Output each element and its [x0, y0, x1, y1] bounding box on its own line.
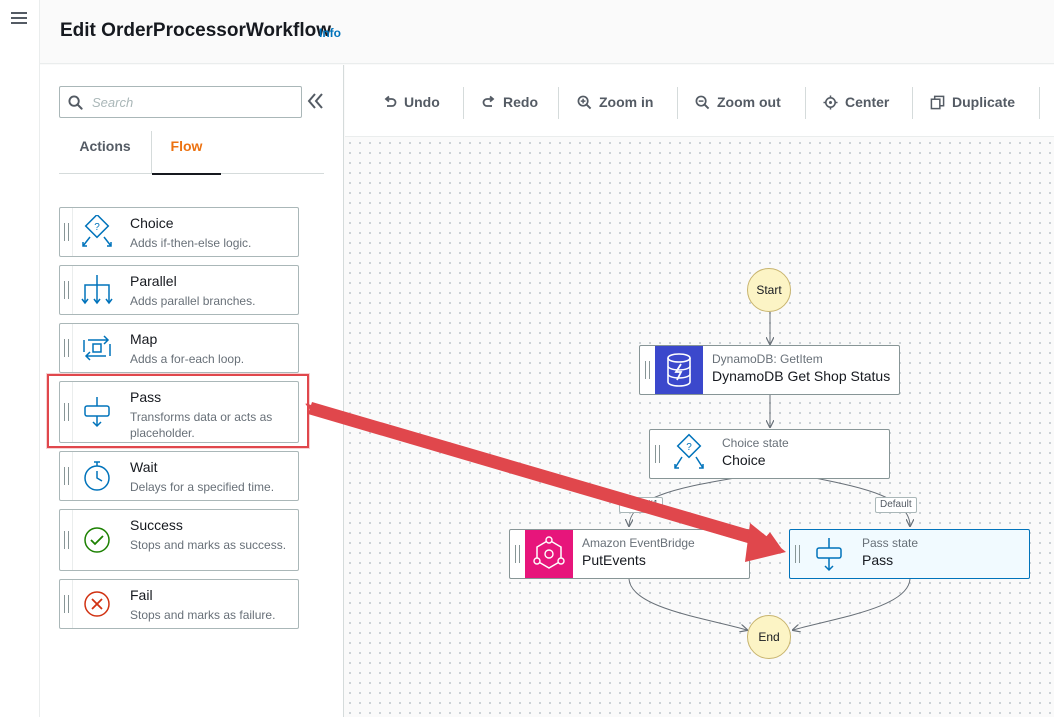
- flow-state-description: Stops and marks as success.: [130, 538, 287, 552]
- flow-state-name: Parallel: [130, 273, 177, 289]
- edge-label-rule[interactable]: Rule #1: [619, 497, 664, 513]
- end-node[interactable]: End: [747, 615, 791, 659]
- redo-icon: [482, 95, 495, 107]
- flow-state-fail[interactable]: Fail Stops and marks as failure.: [59, 579, 299, 629]
- node-type: DynamoDB: GetItem: [712, 352, 823, 366]
- tab-actions[interactable]: Actions: [59, 131, 151, 174]
- eventbridge-icon: [525, 530, 573, 578]
- zoom-in-icon: [577, 95, 592, 109]
- redo-button[interactable]: Redo: [482, 87, 538, 117]
- tab-flow-label: Flow: [170, 138, 203, 154]
- flow-state-name: Fail: [130, 587, 153, 603]
- tab-active-indicator: [152, 173, 221, 175]
- eventbridge-putevents-node[interactable]: Amazon EventBridge PutEvents: [509, 529, 750, 579]
- parallel-icon: [81, 275, 113, 305]
- flow-state-description: Delays for a specified time.: [130, 480, 275, 494]
- dynamodb-getitem-node[interactable]: DynamoDB: GetItem DynamoDB Get Shop Stat…: [639, 345, 900, 395]
- drag-handle-icon[interactable]: [64, 223, 69, 241]
- flow-state-description: Stops and marks as failure.: [130, 608, 276, 622]
- flow-state-description: Adds a for-each loop.: [130, 352, 245, 366]
- search-input[interactable]: [92, 92, 292, 112]
- search-box: [59, 86, 302, 118]
- flow-state-name: Success: [130, 517, 183, 533]
- zoom-out-label: Zoom out: [717, 94, 781, 110]
- node-title: Pass: [862, 552, 894, 568]
- menu-icon[interactable]: [11, 12, 27, 26]
- undo-button[interactable]: Undo: [383, 87, 440, 117]
- edge-label-default[interactable]: Default: [875, 497, 917, 513]
- node-title: PutEvents: [582, 552, 646, 568]
- node-title: Choice: [722, 452, 766, 468]
- flow-state-choice[interactable]: ? Choice Adds if-then-else logic.: [59, 207, 299, 257]
- drag-handle-icon[interactable]: [64, 403, 69, 421]
- pass-icon: [84, 397, 110, 428]
- page-title: Edit OrderProcessorWorkflow: [60, 20, 331, 41]
- redo-label: Redo: [503, 94, 538, 110]
- drag-handle-icon[interactable]: [64, 595, 69, 613]
- flow-state-map[interactable]: Map Adds a for-each loop.: [59, 323, 299, 373]
- drag-handle-icon[interactable]: [64, 339, 69, 357]
- flow-state-name: Choice: [130, 215, 174, 231]
- flow-state-name: Pass: [130, 389, 162, 405]
- pass-icon: [816, 538, 842, 572]
- drag-handle-icon[interactable]: [515, 545, 520, 563]
- zoom-in-button[interactable]: Zoom in: [577, 87, 653, 117]
- flow-state-name: Wait: [130, 459, 158, 475]
- panel-tabs: Actions Flow: [59, 131, 324, 175]
- success-icon: [84, 527, 110, 553]
- duplicate-label: Duplicate: [952, 94, 1016, 110]
- center-button[interactable]: Center: [823, 87, 889, 117]
- flow-state-name: Map: [130, 331, 158, 347]
- workflow-canvas[interactable]: Start DynamoDB: GetItem DynamoDB Get Sho…: [345, 138, 1054, 717]
- svg-text:?: ?: [686, 442, 692, 453]
- flow-state-success[interactable]: Success Stops and marks as success.: [59, 509, 299, 571]
- drag-handle-icon[interactable]: [64, 281, 69, 299]
- duplicate-button[interactable]: Duplicate: [930, 87, 1015, 117]
- canvas-toolbar: Undo Redo Zoom in Zoom out Center Duplic…: [345, 65, 1054, 137]
- flow-state-parallel[interactable]: Parallel Adds parallel branches.: [59, 265, 299, 315]
- node-type: Choice state: [722, 436, 789, 450]
- node-type: Amazon EventBridge: [582, 536, 695, 550]
- dynamodb-icon: [655, 346, 703, 394]
- duplicate-icon: [930, 95, 945, 109]
- node-title: DynamoDB Get Shop Status: [712, 368, 891, 384]
- undo-label: Undo: [404, 94, 440, 110]
- svg-text:?: ?: [94, 222, 100, 233]
- left-rail: [0, 0, 40, 717]
- zoom-in-label: Zoom in: [599, 94, 654, 110]
- flow-state-pass[interactable]: Pass Transforms data or acts as placehol…: [59, 381, 299, 443]
- center-icon: [823, 94, 838, 110]
- drag-handle-icon[interactable]: [795, 545, 800, 563]
- map-icon: [83, 335, 111, 361]
- start-node[interactable]: Start: [747, 268, 791, 312]
- pass-state-node[interactable]: Pass state Pass: [789, 529, 1030, 579]
- tab-flow[interactable]: Flow: [151, 131, 221, 175]
- choice-icon: ?: [82, 215, 112, 247]
- flow-state-wait[interactable]: Wait Delays for a specified time.: [59, 451, 299, 501]
- drag-handle-icon[interactable]: [645, 361, 650, 379]
- center-label: Center: [845, 94, 890, 110]
- zoom-out-button[interactable]: Zoom out: [695, 87, 781, 117]
- drag-handle-icon[interactable]: [64, 467, 69, 485]
- choice-state-node[interactable]: ? Choice state Choice: [649, 429, 890, 479]
- undo-icon: [384, 95, 397, 107]
- states-browser-panel: Actions Flow ? Choice Adds if-then-else …: [40, 65, 344, 717]
- search-icon: [68, 95, 83, 110]
- flow-state-description: Transforms data or acts as placeholder.: [130, 410, 273, 440]
- info-link[interactable]: Info: [319, 26, 341, 40]
- flow-state-description: Adds if-then-else logic.: [130, 236, 252, 250]
- choice-icon: ?: [674, 433, 704, 469]
- collapse-panel-icon[interactable]: [306, 91, 326, 111]
- flow-state-description: Adds parallel branches.: [130, 294, 256, 308]
- node-type: Pass state: [862, 536, 919, 550]
- drag-handle-icon[interactable]: [64, 531, 69, 549]
- timer-icon: [84, 461, 110, 491]
- page-header: Edit OrderProcessorWorkflow Info: [40, 0, 1054, 64]
- workflow-edges: [345, 312, 1054, 717]
- fail-icon: [84, 591, 110, 617]
- zoom-out-icon: [695, 95, 710, 109]
- drag-handle-icon[interactable]: [655, 445, 660, 463]
